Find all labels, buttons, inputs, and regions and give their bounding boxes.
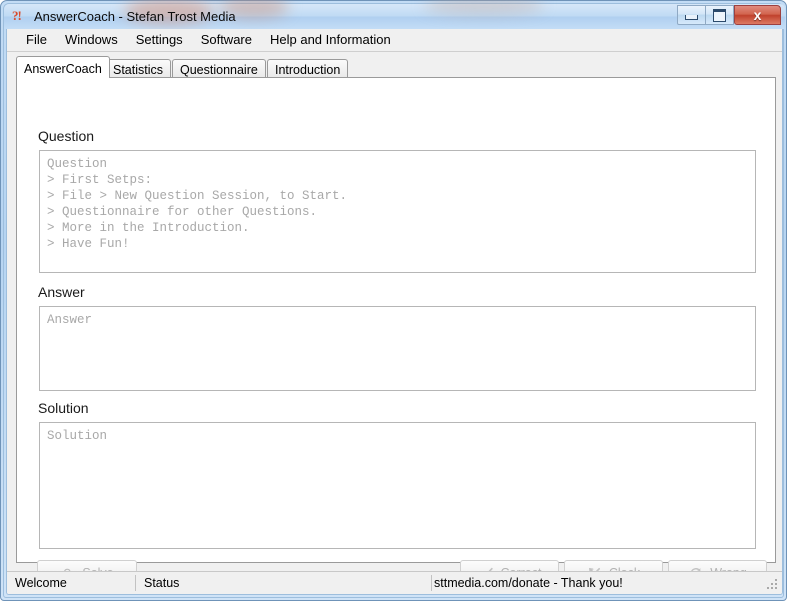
app-icon: ?! — [12, 8, 22, 23]
solution-placeholder-text: Solution — [47, 429, 108, 443]
resize-grip[interactable] — [767, 579, 779, 591]
minimize-button[interactable] — [677, 5, 706, 25]
question-placeholder-text: Question > First Setps: > File > New Que… — [47, 157, 348, 251]
menu-bar: File Windows Settings Software Help and … — [7, 29, 782, 52]
menu-item-windows[interactable]: Windows — [56, 30, 127, 50]
menu-item-settings[interactable]: Settings — [127, 30, 192, 50]
answer-label: Answer — [38, 284, 85, 300]
title-bar[interactable]: ?! AnswerCoach - Stefan Trost Media x — [4, 0, 785, 29]
menu-item-help-and-information[interactable]: Help and Information — [261, 30, 400, 50]
window-controls: x — [677, 5, 781, 26]
answer-textbox[interactable]: Answer — [39, 306, 756, 391]
tab-statistics[interactable]: Statistics — [105, 59, 172, 78]
status-panel-donate[interactable]: sttmedia.com/donate - Thank you! — [432, 572, 782, 594]
question-label: Question — [38, 128, 95, 144]
close-button[interactable]: x — [734, 5, 781, 25]
client-area: File Windows Settings Software Help and … — [6, 29, 783, 595]
minimize-icon — [685, 15, 698, 20]
solution-textbox[interactable]: Solution — [39, 422, 756, 549]
tab-strip: AnswerCoach Statistics Questionnaire Int… — [16, 56, 776, 78]
menu-item-software[interactable]: Software — [192, 30, 261, 50]
close-icon: x — [753, 7, 762, 23]
window-title: AnswerCoach - Stefan Trost Media — [34, 9, 236, 24]
answer-placeholder-text: Answer — [47, 313, 93, 327]
maximize-icon — [713, 8, 726, 22]
status-panel-status: Status — [144, 576, 180, 590]
tab-answercoach[interactable]: AnswerCoach — [16, 56, 110, 78]
tab-introduction[interactable]: Introduction — [267, 59, 349, 78]
tab-questionnaire[interactable]: Questionnaire — [172, 59, 266, 78]
application-window: ?! AnswerCoach - Stefan Trost Media x Fi… — [0, 0, 787, 601]
status-bar: Welcome Status sttmedia.com/donate - Tha… — [7, 571, 782, 594]
question-textbox[interactable]: Question > First Setps: > File > New Que… — [39, 150, 756, 273]
titlebar-smudge-3 — [424, 0, 544, 15]
status-panel-welcome: Welcome — [15, 576, 67, 590]
maximize-button[interactable] — [705, 5, 734, 25]
solution-label: Solution — [38, 400, 89, 416]
menu-item-file[interactable]: File — [17, 30, 56, 50]
tab-page-answercoach: Question Question > First Setps: > File … — [16, 77, 776, 563]
